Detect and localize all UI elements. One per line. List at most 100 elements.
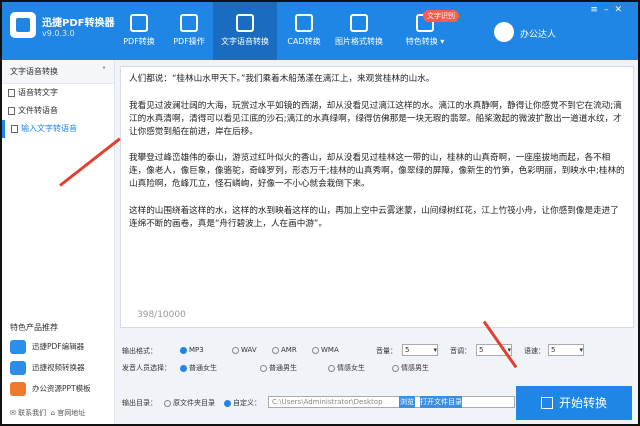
output-label: 输出目录： <box>122 399 157 407</box>
file-icon <box>8 107 15 115</box>
minimize-icon[interactable]: – <box>604 5 615 15</box>
sidebar-footer: ✉ 联系我们 ⌂ 官网地址 <box>10 408 85 418</box>
close-icon[interactable]: ✕ <box>614 5 628 15</box>
tab-pdf-operate[interactable]: PDF操作 <box>159 2 219 60</box>
website-label: 官网地址 <box>57 409 86 417</box>
voice-label-female: 普通女生 <box>189 364 217 372</box>
sidebar-item-speech-to-text[interactable]: 语音转文字 <box>2 84 114 102</box>
radio-icon <box>328 364 335 372</box>
format-label: 输出格式： <box>122 347 157 355</box>
ocr-badge[interactable]: 文字识别 <box>423 10 459 22</box>
chevron-up-icon: ˄ <box>102 66 106 75</box>
voice-label-emo-female: 情感女生 <box>337 364 365 372</box>
format-mp3[interactable]: MP3 <box>180 346 204 354</box>
sidebar-item-file-to-speech[interactable]: 文件转语音 <box>2 102 114 120</box>
app-version: v9.0.3.0 <box>42 29 75 38</box>
tab-label: 特色转换 <box>405 37 438 46</box>
website-link[interactable]: ⌂ 官网地址 <box>51 409 86 417</box>
file-icon <box>11 125 18 133</box>
voice-emotional-male[interactable]: 情感男生 <box>392 363 429 373</box>
text-input-area[interactable]: 人们都说：“桂林山水甲天下。”我们乘着木船荡漾在漓江上，来观赏桂林的山水。 我看… <box>120 66 634 328</box>
tab-label: 图片格式转换 <box>335 37 383 46</box>
volume-value: 5 <box>405 346 410 354</box>
voice-emotional-female[interactable]: 情感女生 <box>328 363 365 373</box>
radio-icon <box>164 399 171 407</box>
tab-label: CAD转换 <box>287 37 321 46</box>
output-custom-label: 自定义： <box>233 399 261 407</box>
output-source-option[interactable]: 原文件夹目录 <box>164 398 215 408</box>
contact-link[interactable]: ✉ 联系我们 <box>10 409 46 417</box>
start-convert-button[interactable]: 开始转换 <box>516 386 632 420</box>
speed-label: 语速： <box>524 347 545 355</box>
sidebar-item-label: 语音转文字 <box>18 88 58 97</box>
audio-icon <box>236 14 254 32</box>
contact-label: 联系我们 <box>18 409 47 417</box>
pitch-label: 音调： <box>450 347 471 355</box>
radio-icon <box>272 346 279 354</box>
voice-label-male: 普通男生 <box>269 364 297 372</box>
format-label-wav: WAV <box>241 346 257 354</box>
voice-male[interactable]: 普通男生 <box>260 363 297 373</box>
app-window: 迅捷PDF转换器 v9.0.3.0 PDF转换 PDF操作 文字语音转换 CAD… <box>0 0 640 426</box>
char-count: 398/10000 <box>137 310 186 320</box>
radio-icon <box>260 364 267 372</box>
volume-label: 音量： <box>376 347 397 355</box>
sidebar-item-label: 文件转语音 <box>18 106 58 115</box>
voice-label-emo-male: 情感男生 <box>401 364 429 372</box>
tab-cad-convert[interactable]: CAD转换 <box>274 2 334 60</box>
cad-icon <box>295 14 313 32</box>
voice-female[interactable]: 普通女生 <box>180 363 217 373</box>
tab-label: PDF操作 <box>173 37 205 46</box>
format-label-wma: WMA <box>321 346 339 354</box>
format-label-amr: AMR <box>281 346 297 354</box>
radio-icon <box>180 364 187 372</box>
browse-button[interactable]: 浏览 <box>399 396 415 408</box>
pdf-tools-icon <box>180 14 198 32</box>
text-paragraph-4: 这样的山围绕着这样的水，这样的水到映着这样的山，再加上空中云雾迷蒙，山间绿树红花… <box>129 206 619 229</box>
speed-select[interactable]: 5 ▾ <box>548 344 584 356</box>
radio-icon <box>312 346 319 354</box>
output-row: 输出目录： 原文件夹目录 自定义： C:\Users\Administrator… <box>120 396 520 412</box>
radio-icon <box>232 346 239 354</box>
sidebar: 文字语音转换 ˄ 语音转文字 文件转语音 输入文字转语音 特色产品推荐 迅捷PDF… <box>2 60 115 424</box>
text-paragraph-1: 人们都说：“桂林山水甲天下。”我们乘着木船荡漾在漓江上，来观赏桂林的山水。 <box>129 74 435 84</box>
volume-select[interactable]: 5 ▾ <box>402 344 438 356</box>
sidebar-section[interactable]: 文字语音转换 ˄ <box>2 60 114 84</box>
format-wma[interactable]: WMA <box>312 346 339 354</box>
product-ppt-templates[interactable]: 办公资源PPT模板 <box>10 380 110 398</box>
options-panel: 输出格式： MP3 WAV AMR WMA 音量： 5 ▾ 音调： 5 ▾ 语速： … <box>120 338 630 378</box>
tab-label: PDF转换 <box>123 37 155 46</box>
tab-image-convert[interactable]: 图片格式转换 <box>327 2 391 60</box>
voice-label: 发音人员选择： <box>122 364 171 372</box>
video-icon <box>10 361 26 375</box>
start-label: 开始转换 <box>558 396 607 410</box>
product-pdf-editor[interactable]: 迅捷PDF编辑器 <box>10 338 110 356</box>
user-name[interactable]: 办公达人 <box>520 27 556 40</box>
product-video-converter[interactable]: 迅捷视频转换器 <box>10 359 110 377</box>
app-logo <box>10 12 36 38</box>
ppt-icon <box>10 382 26 396</box>
menu-icon[interactable]: ≡ <box>590 5 604 15</box>
output-custom-option[interactable]: 自定义： <box>224 398 261 408</box>
play-icon <box>540 397 553 409</box>
chevron-down-icon: ▾ <box>433 346 437 354</box>
sidebar-item-label: 输入文字转语音 <box>21 124 77 133</box>
user-avatar[interactable] <box>494 22 514 42</box>
image-icon <box>350 14 368 32</box>
title-bar: 迅捷PDF转换器 v9.0.3.0 PDF转换 PDF操作 文字语音转换 CAD… <box>2 2 638 60</box>
tab-label: 文字语音转换 <box>221 37 269 46</box>
tab-text-speech[interactable]: 文字语音转换 <box>213 2 277 60</box>
pdf-editor-icon <box>10 340 26 354</box>
output-path-input[interactable]: C:\Users\Administrator\Desktop <box>268 396 515 408</box>
sidebar-item-input-to-speech[interactable]: 输入文字转语音 <box>2 120 114 138</box>
format-amr[interactable]: AMR <box>272 346 297 354</box>
open-folder-button[interactable]: 打开文件目录 <box>420 396 462 408</box>
products-title: 特色产品推荐 <box>10 323 58 332</box>
radio-icon <box>392 364 399 372</box>
format-wav[interactable]: WAV <box>232 346 257 354</box>
radio-icon <box>224 399 231 407</box>
sidebar-section-label: 文字语音转换 <box>10 67 58 76</box>
pdf-icon <box>130 14 148 32</box>
window-controls[interactable]: ≡–✕ <box>590 5 628 15</box>
radio-icon <box>180 346 187 354</box>
